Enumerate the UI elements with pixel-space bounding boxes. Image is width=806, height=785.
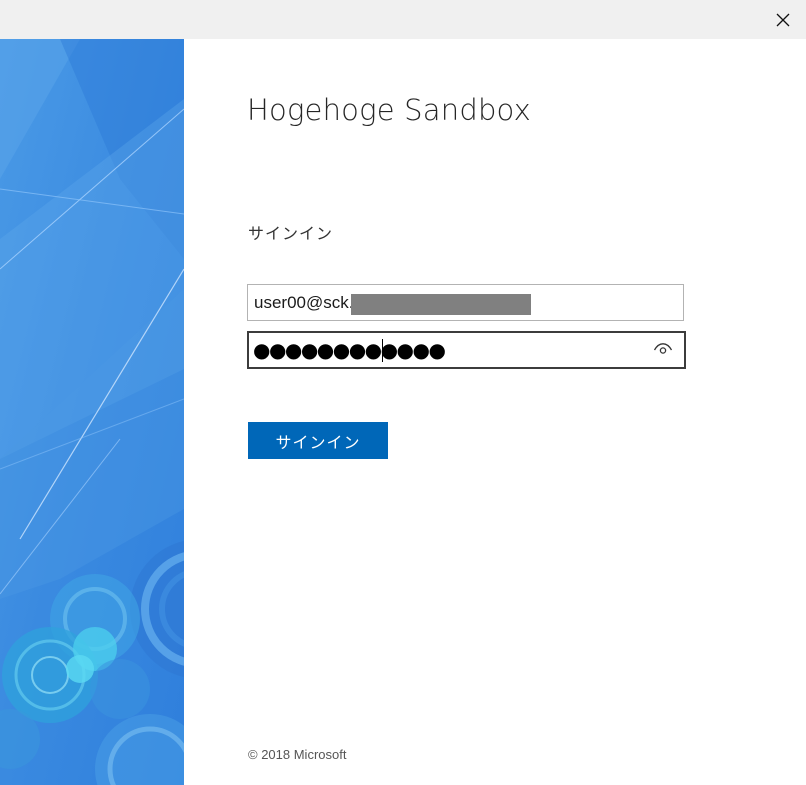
reveal-password-button[interactable] xyxy=(652,339,674,361)
title-bar xyxy=(0,0,806,39)
close-icon xyxy=(776,13,790,27)
signin-content: Hogehoge Sandbox サインイン user00@sck. ●●●●●… xyxy=(184,39,806,785)
email-field[interactable]: user00@sck. xyxy=(247,284,684,321)
copyright-footer: © 2018 Microsoft xyxy=(248,747,347,762)
password-masked-value: ●●●●●●●●●●●● xyxy=(253,338,446,362)
close-button[interactable] xyxy=(760,0,806,39)
signin-button[interactable]: サインイン xyxy=(248,422,388,459)
text-caret xyxy=(382,339,383,362)
password-field[interactable]: ●●●●●●●●●●●● xyxy=(247,331,686,369)
decorative-side-panel xyxy=(0,39,184,785)
redacted-region xyxy=(351,294,531,315)
app-title: Hogehoge Sandbox xyxy=(247,93,531,127)
eye-icon xyxy=(653,341,673,360)
signin-heading: サインイン xyxy=(248,224,334,243)
signin-window: Hogehoge Sandbox サインイン user00@sck. ●●●●●… xyxy=(0,0,806,785)
email-value: user00@sck. xyxy=(254,293,354,312)
